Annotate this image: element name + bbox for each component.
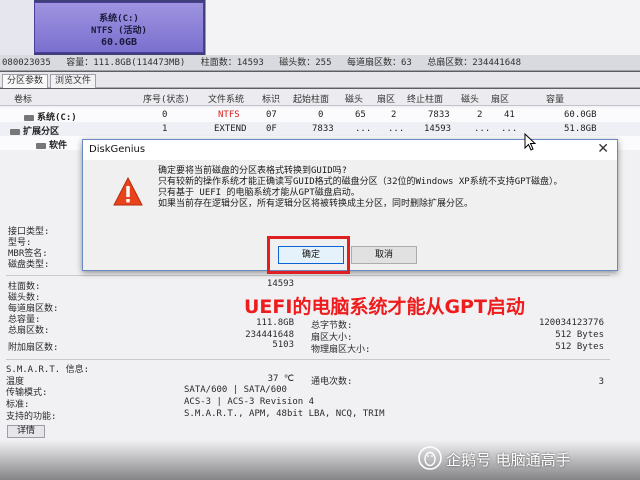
total-sectors-value: 234441648 (245, 330, 294, 340)
dialog-message-line: 只有较新的操作系统才能正确读写GUID格式的磁盘分区（32位的Windows X… (158, 177, 563, 187)
details-button[interactable]: 详情 (7, 425, 45, 438)
dialog-body: 确定要将当前磁盘的分区表格式转换到GUID吗? 只有较新的操作系统才能正确读写G… (83, 160, 617, 270)
close-icon[interactable]: ✕ (597, 141, 609, 157)
row-start-cyl: 0 (318, 110, 324, 120)
extended-partition-icon (10, 128, 20, 135)
features-label: 支持的功能: (6, 412, 57, 422)
dialog-title-bar[interactable]: DiskGenius ✕ (83, 140, 617, 160)
col-start-sec[interactable]: 扇区 (377, 92, 395, 105)
dialog-title: DiskGenius (89, 144, 146, 155)
row-end-head: 2 (477, 110, 483, 120)
features-value: S.M.A.R.T., APM, 48bit LBA, NCQ, TRIM (184, 409, 385, 419)
disk-map-partition-c[interactable]: 系统(C:) NTFS (活动) 60.0GB (34, 2, 204, 53)
annotation-text: UEFI的电脑系统才能从GPT启动 (244, 296, 525, 318)
partition-table-header: 卷标 序号(状态) 文件系统 标识 起始柱面 磁头 扇区 终止柱面 磁头 扇区 … (0, 89, 640, 106)
mouse-cursor-icon (524, 133, 536, 151)
sector-size-value: 512 Bytes (555, 330, 604, 340)
col-id[interactable]: 标识 (262, 92, 280, 105)
dialog-message-line: 只有基于 UEFI 的电脑系统才能从GPT磁盘启动。 (158, 188, 360, 198)
row-end-cyl: 14593 (424, 124, 452, 134)
disk-map-unallocated-left (0, 0, 34, 55)
partition-fs: NTFS (活动) (91, 26, 147, 36)
col-index[interactable]: 序号(状态) (143, 92, 190, 105)
disk-map-other-partitions[interactable] (205, 0, 640, 55)
disk-type-label: 磁盘类型: (8, 260, 50, 270)
tab-browse-files[interactable]: 浏览文件 (50, 74, 97, 88)
row-id: 07 (266, 110, 277, 120)
row-start-cyl: 7833 (312, 124, 334, 134)
row-start-sec: ... (388, 124, 405, 134)
disk-id: 080023035 (2, 58, 51, 68)
row-start-sec: 2 (391, 110, 397, 120)
penguin-logo-icon (418, 446, 442, 470)
volume-icon (24, 114, 34, 121)
warning-icon (113, 177, 143, 206)
row-start-head: ... (355, 124, 372, 134)
col-end-head[interactable]: 磁头 (461, 92, 479, 105)
table-row[interactable]: 扩展分区 1 EXTEND 0F 7833 ... ... 14593 ... … (0, 122, 640, 137)
volume-icon (36, 142, 46, 149)
cancel-button[interactable]: 取消 (351, 246, 417, 264)
col-fs[interactable]: 文件系统 (208, 92, 244, 105)
convert-to-guid-dialog: DiskGenius ✕ 确定要将当前磁盘的分区表格式转换到GUID吗? 只有较… (82, 139, 618, 271)
col-size[interactable]: 容量 (546, 92, 564, 105)
row-start-head: 65 (355, 110, 366, 120)
table-row[interactable]: 系统(C:) 0 NTFS 07 0 65 2 7833 2 41 60.0GB (0, 108, 640, 123)
row-fs: NTFS (218, 110, 240, 120)
row-index: 1 (162, 124, 168, 134)
disk-capacity: 容量：111.8GB(114473MB) (66, 58, 186, 68)
disk-cylinders: 柱面数：14593 (200, 58, 264, 68)
watermark: 企鹅号 电脑通高手 (418, 444, 640, 474)
disk-sectors-per-track: 每道扇区数：63 (346, 58, 412, 68)
cylinders-value: 14593 (266, 279, 294, 289)
disk-map: 系统(C:) NTFS (活动) 60.0GB (0, 0, 640, 55)
dialog-message: 确定要将当前磁盘的分区表格式转换到GUID吗? 只有较新的操作系统才能正确读写G… (158, 166, 562, 210)
partition-name: 系统(C:) (99, 14, 139, 24)
tab-bar: 分区参数 浏览文件 (0, 72, 640, 88)
total-capacity-value: 111.8GB (256, 318, 294, 328)
row-id: 0F (266, 124, 277, 134)
row-end-sec: ... (501, 124, 518, 134)
row-size: 51.8GB (564, 124, 597, 134)
standard-value: ACS-3 | ACS-3 Revision 4 (184, 397, 315, 407)
row-end-cyl: 7833 (428, 110, 450, 120)
dialog-message-line: 如果当前存在逻辑分区，所有逻辑分区将被转换成主分区，同时删除扩展分区。 (158, 199, 474, 209)
transfer-mode-value: SATA/600 | SATA/600 (184, 385, 287, 395)
disk-total-sectors: 总扇区数：234441648 (427, 58, 521, 68)
row-end-sec: 41 (504, 110, 515, 120)
power-count-label: 通电次数: (311, 377, 353, 387)
disk-info-bar: 080023035 容量：111.8GB(114473MB) 柱面数：14593… (0, 55, 640, 71)
row-end-head: ... (474, 124, 491, 134)
physical-sector-label: 物理扇区大小: (311, 345, 371, 355)
physical-sector-value: 512 Bytes (555, 342, 604, 352)
col-end-cyl[interactable]: 终止柱面 (407, 92, 443, 105)
disk-heads: 磁头数：255 (279, 58, 332, 68)
total-bytes-value: 120034123776 (538, 318, 604, 328)
col-end-sec[interactable]: 扇区 (491, 92, 509, 105)
dialog-message-line: 确定要将当前磁盘的分区表格式转换到GUID吗? (158, 166, 348, 176)
row-fs: EXTEND (214, 124, 247, 134)
watermark-text: 企鹅号 电脑通高手 (446, 451, 571, 469)
row-index: 0 (162, 110, 168, 120)
col-start-cyl[interactable]: 起始柱面 (293, 92, 329, 105)
divider (6, 275, 610, 276)
divider (6, 359, 610, 360)
total-sectors-label: 总扇区数: (8, 326, 50, 336)
extra-sectors-label: 附加扇区数: (8, 343, 59, 353)
power-count-value: 3 (598, 377, 604, 387)
extra-sectors-value: 5103 (272, 340, 294, 350)
temperature-value: 37 ℃ (267, 374, 294, 384)
col-start-head[interactable]: 磁头 (345, 92, 363, 105)
col-label[interactable]: 卷标 (14, 92, 32, 105)
row-size: 60.0GB (564, 110, 597, 120)
partition-size: 60.0GB (100, 37, 138, 48)
tab-partition-params[interactable]: 分区参数 (2, 74, 49, 88)
ok-button-highlight (267, 236, 350, 274)
